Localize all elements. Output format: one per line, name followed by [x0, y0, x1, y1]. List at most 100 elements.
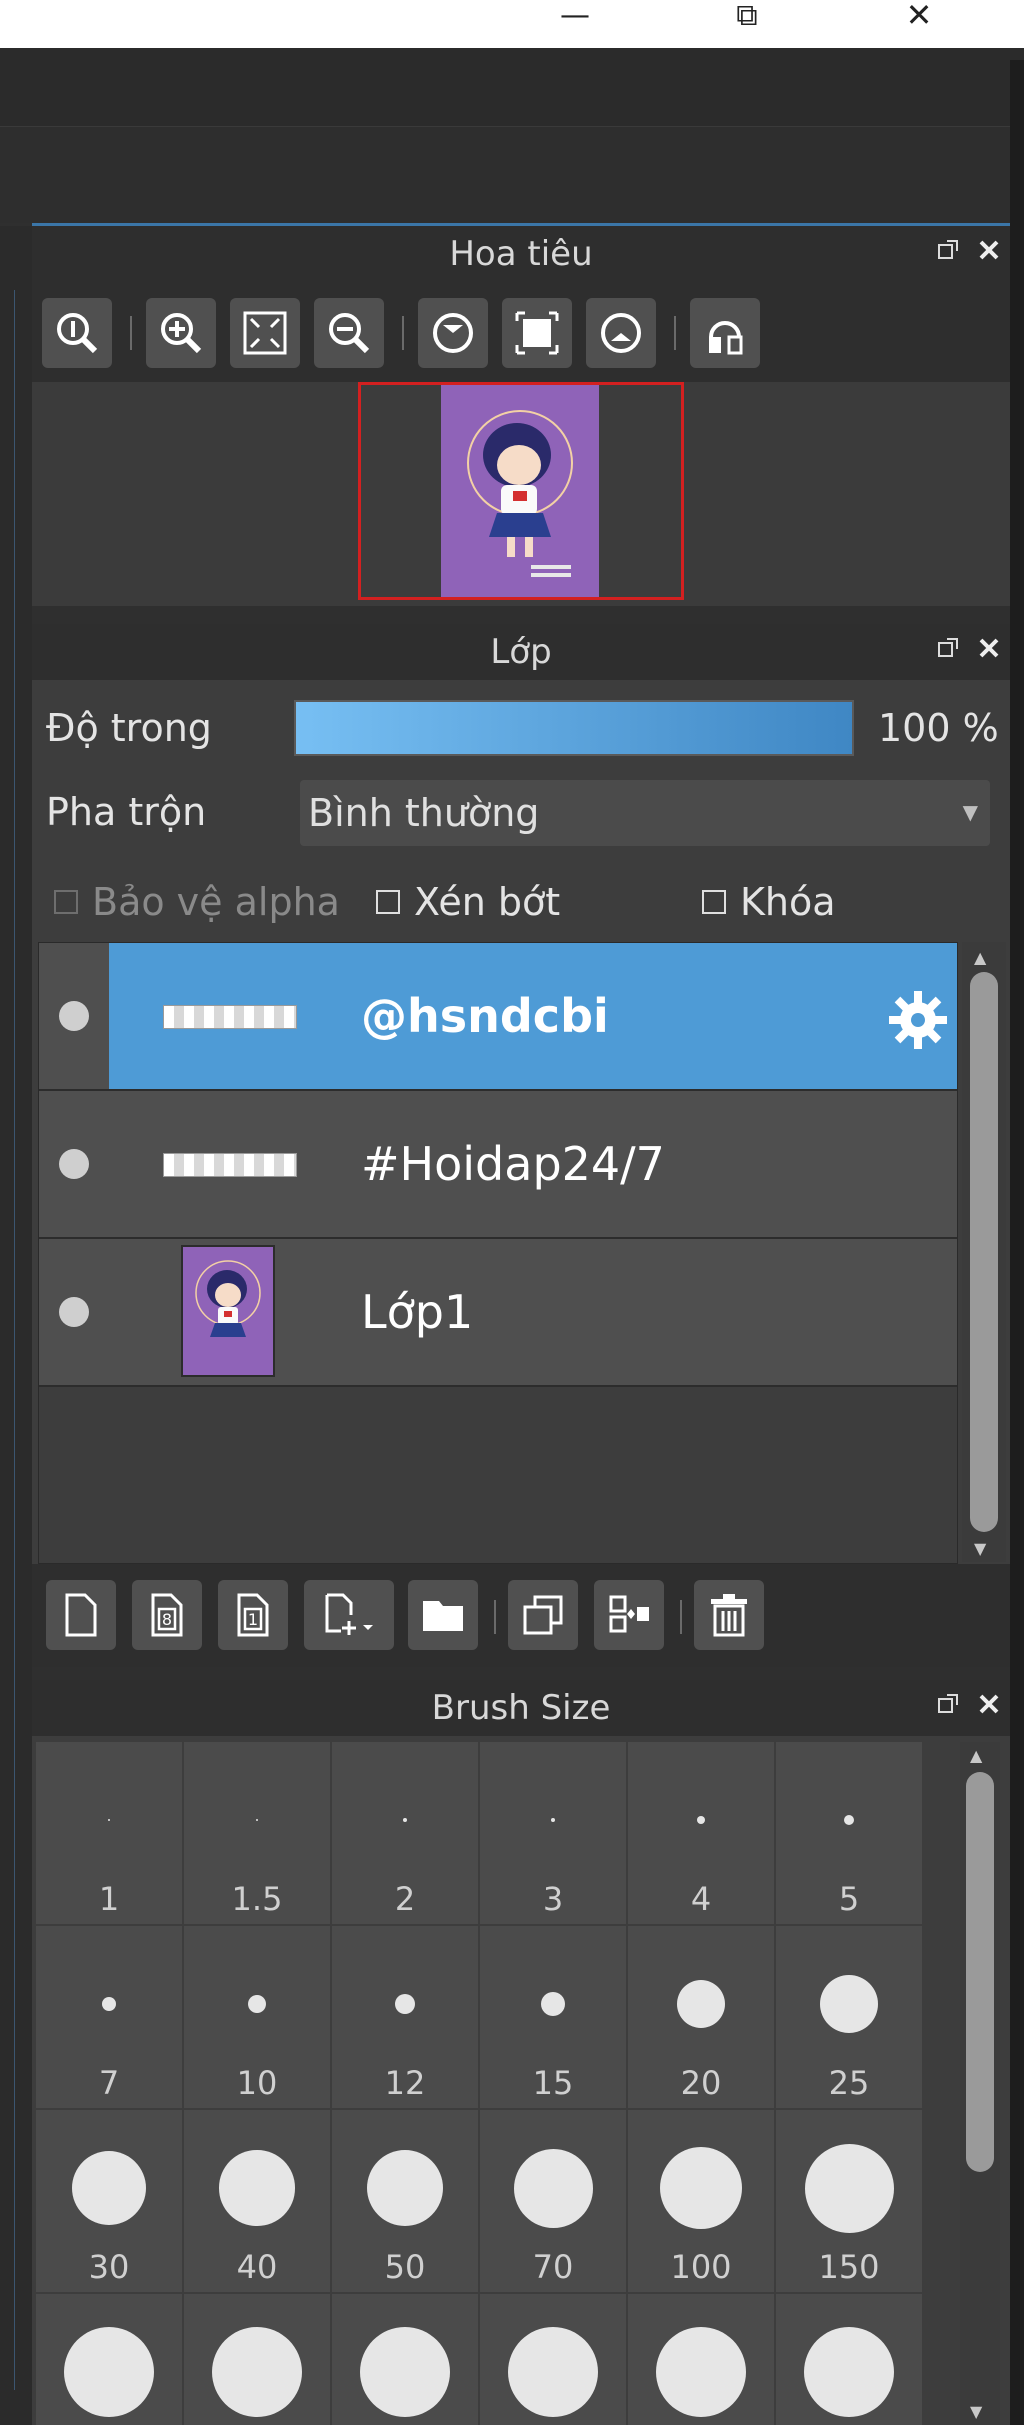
brush-size-cell[interactable]: [332, 2294, 478, 2425]
scroll-down-icon[interactable]: ▼: [974, 1539, 986, 1558]
duplicate-layer-button[interactable]: [508, 1580, 578, 1650]
float-panel-icon[interactable]: [936, 238, 960, 262]
window-scroll-edge: [1010, 60, 1024, 2425]
layer-row[interactable]: #Hoidap24/7: [39, 1091, 957, 1239]
rotate-right-button[interactable]: [586, 298, 656, 368]
brush-size-cell[interactable]: 10: [184, 1926, 330, 2108]
fit-canvas-button[interactable]: [502, 298, 572, 368]
layer-thumbnail: [163, 1005, 297, 1029]
brush-size-cell[interactable]: 1: [36, 1742, 182, 1924]
brush-size-value: 100: [670, 2248, 732, 2286]
merge-down-button[interactable]: [594, 1580, 664, 1650]
brush-size-cell[interactable]: 5: [776, 1742, 922, 1924]
visibility-toggle[interactable]: [39, 1091, 109, 1237]
zoom-out-button[interactable]: [314, 298, 384, 368]
add-layer-menu-button[interactable]: [304, 1580, 394, 1650]
layer-toolbar: 8 1: [32, 1564, 1010, 1667]
brush-size-value: 4: [690, 1880, 712, 1918]
clipping-checkbox[interactable]: Xén bớt: [376, 880, 560, 924]
new-8bit-layer-button[interactable]: 8: [132, 1580, 202, 1650]
brush-size-cell[interactable]: 3: [480, 1742, 626, 1924]
blend-mode-select[interactable]: Bình thường ▼: [300, 780, 990, 846]
chibi-thumbnail: [195, 1260, 261, 1337]
brush-size-cell[interactable]: 40: [184, 2110, 330, 2292]
layer-scrollbar[interactable]: ▲ ▼: [962, 942, 1006, 1562]
layer-name: @hsndcbi: [361, 989, 609, 1043]
layer-name: Lớp1: [361, 1285, 474, 1339]
brush-size-cell[interactable]: 50: [332, 2110, 478, 2292]
scroll-thumb[interactable]: [966, 1772, 994, 2172]
fit-to-window-button[interactable]: [230, 298, 300, 368]
scroll-thumb[interactable]: [970, 972, 998, 1532]
visibility-toggle[interactable]: [39, 1239, 109, 1385]
new-layer-button[interactable]: [46, 1580, 116, 1650]
brush-size-cell[interactable]: 1.5: [184, 1742, 330, 1924]
blend-mode-value: Bình thường: [308, 791, 540, 835]
canvas-thumbnail: [441, 385, 599, 597]
window-titlebar: — ⧉ ✕: [0, 0, 1024, 48]
brush-dot-icon: [697, 1816, 705, 1824]
zoom-actual-button[interactable]: [42, 298, 112, 368]
protect-alpha-checkbox[interactable]: Bảo vệ alpha: [54, 880, 340, 924]
brush-size-cell[interactable]: 100: [628, 2110, 774, 2292]
navigator-preview[interactable]: [32, 382, 1010, 606]
minimize-button[interactable]: —: [540, 0, 610, 33]
brush-size-cell[interactable]: 4: [628, 1742, 774, 1924]
scroll-down-icon[interactable]: ▼: [970, 2402, 982, 2421]
lock-checkbox[interactable]: Khóa: [702, 880, 836, 924]
gear-icon[interactable]: [885, 987, 951, 1053]
canvas-border: [0, 290, 15, 2390]
layer-row[interactable]: @hsndcbi: [39, 943, 957, 1091]
close-panel-icon[interactable]: [978, 239, 1000, 261]
brush-size-cell[interactable]: 7: [36, 1926, 182, 2108]
navigator-header: Hoa tiêu: [32, 226, 1010, 282]
brush-dot-icon: [366, 2149, 444, 2227]
viewport-frame[interactable]: [358, 382, 684, 600]
new-page-icon: [65, 1593, 97, 1637]
brush-size-cell[interactable]: 30: [36, 2110, 182, 2292]
svg-text:1: 1: [248, 1610, 258, 1629]
brush-size-value: 1.5: [231, 1880, 283, 1918]
close-panel-icon[interactable]: [978, 637, 1000, 659]
brush-size-value: 15: [532, 2064, 574, 2102]
brush-size-cell[interactable]: [776, 2294, 922, 2425]
brush-size-cell[interactable]: [480, 2294, 626, 2425]
brush-size-cell[interactable]: 150: [776, 2110, 922, 2292]
new-1bit-layer-button[interactable]: 1: [218, 1580, 288, 1650]
delete-layer-button[interactable]: [694, 1580, 764, 1650]
maximize-button[interactable]: ⧉: [712, 0, 782, 33]
folder-icon: [423, 1601, 463, 1631]
brush-size-cell[interactable]: 15: [480, 1926, 626, 2108]
brush-size-cell[interactable]: 20: [628, 1926, 774, 2108]
new-8bit-layer-icon: 8: [151, 1593, 183, 1637]
zoom-in-icon: [161, 313, 202, 354]
brush-dot-icon: [540, 1991, 566, 2017]
float-panel-icon[interactable]: [936, 1692, 960, 1716]
brush-size-cell[interactable]: 70: [480, 2110, 626, 2292]
new-folder-button[interactable]: [408, 1580, 478, 1650]
brush-dot-icon: [108, 1819, 110, 1821]
float-panel-icon[interactable]: [936, 636, 960, 660]
scroll-up-icon[interactable]: ▲: [970, 1746, 982, 1765]
scroll-up-icon[interactable]: ▲: [974, 948, 986, 967]
rotate-left-button[interactable]: [418, 298, 488, 368]
opacity-slider[interactable]: [294, 700, 854, 756]
layer-row[interactable]: Lớp1: [39, 1239, 957, 1387]
close-panel-icon[interactable]: [978, 1693, 1000, 1715]
brush-scrollbar[interactable]: ▲ ▼: [960, 1742, 1000, 2425]
zoom-in-button[interactable]: [146, 298, 216, 368]
brush-size-cell[interactable]: [184, 2294, 330, 2425]
zoom-actual-icon: [57, 313, 98, 354]
trash-icon: [711, 1594, 747, 1637]
brush-dot-icon: [820, 1975, 878, 2033]
close-window-button[interactable]: ✕: [884, 0, 954, 34]
brush-size-cell[interactable]: 12: [332, 1926, 478, 2108]
brush-size-value: 50: [384, 2248, 426, 2286]
brush-size-cell[interactable]: [36, 2294, 182, 2425]
brush-size-cell[interactable]: 2: [332, 1742, 478, 1924]
brush-size-cell[interactable]: 25: [776, 1926, 922, 2108]
flip-horizontal-button[interactable]: [690, 298, 760, 368]
visibility-toggle[interactable]: [39, 943, 109, 1089]
brush-size-cell[interactable]: [628, 2294, 774, 2425]
clipping-label: Xén bớt: [414, 880, 561, 924]
